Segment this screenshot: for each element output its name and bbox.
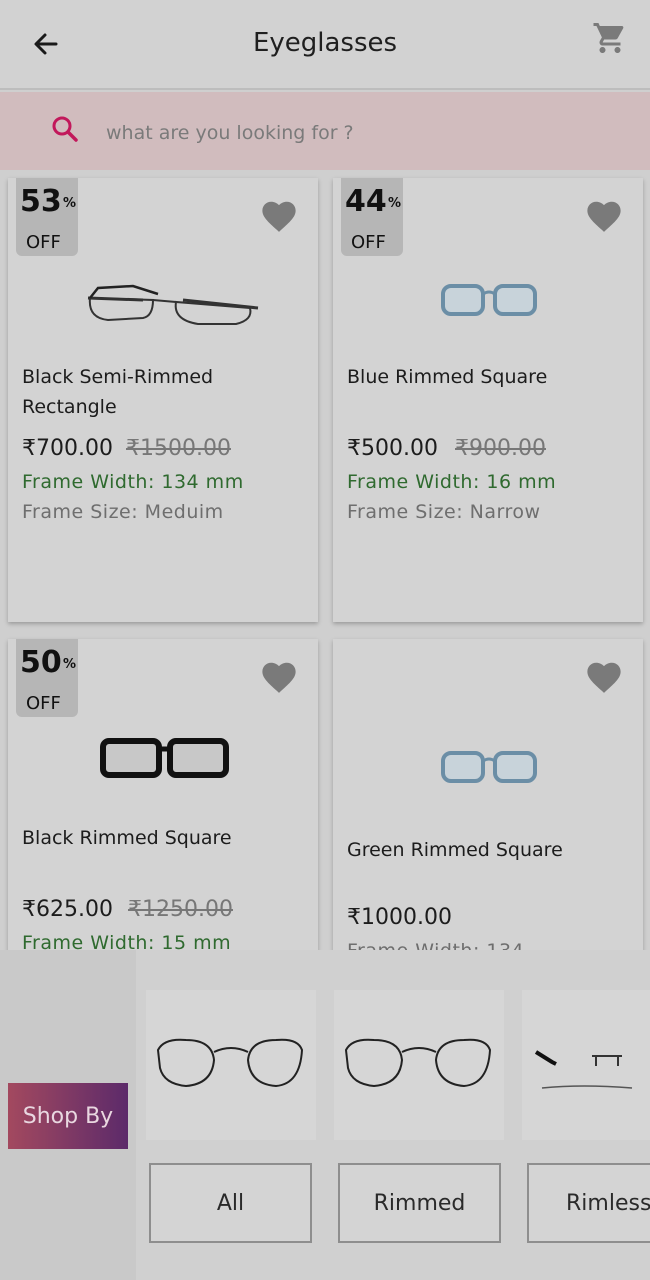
original-price: ₹1500.00 xyxy=(126,436,231,461)
discount-percent-sign: % xyxy=(388,196,402,211)
discount-badge: 53 % OFF xyxy=(16,178,78,256)
heart-icon[interactable] xyxy=(585,198,623,234)
product-card[interactable]: Green Rimmed Square ₹1000.00 Frame Width… xyxy=(333,639,643,950)
heart-icon[interactable] xyxy=(585,659,623,695)
product-card[interactable]: 53 % OFF Black Semi-Rimmed Rectangle ₹70… xyxy=(8,178,318,622)
frame-style-image[interactable] xyxy=(334,990,504,1140)
product-name: Black Semi-Rimmed xyxy=(22,366,214,388)
discount-percent-sign: % xyxy=(63,657,77,672)
discount-value: 53 xyxy=(20,184,62,219)
product-grid: 53 % OFF Black Semi-Rimmed Rectangle ₹70… xyxy=(0,170,650,950)
product-name: Black Rimmed Square xyxy=(22,827,232,849)
filter-rimless-button[interactable]: Rimless xyxy=(527,1163,650,1243)
product-name-line2: Rectangle xyxy=(22,396,117,418)
product-name: Green Rimmed Square xyxy=(347,839,563,861)
round-eyeglasses-image xyxy=(344,1038,492,1088)
cart-button[interactable] xyxy=(592,20,628,56)
original-price: ₹900.00 xyxy=(455,436,546,461)
frame-width: Frame Width: 15 mm xyxy=(22,932,232,950)
frame-size: Frame Size: Narrow xyxy=(347,501,541,523)
search-input[interactable] xyxy=(106,118,606,148)
discount-badge: 50 % OFF xyxy=(16,639,78,717)
eyeglasses-image xyxy=(441,751,537,783)
heart-icon[interactable] xyxy=(260,659,298,695)
discount-value: 50 xyxy=(20,645,62,680)
heart-icon[interactable] xyxy=(260,198,298,234)
frame-width: Frame Width: 134 mm xyxy=(22,471,244,493)
product-name: Blue Rimmed Square xyxy=(347,366,548,388)
frame-style-image[interactable] xyxy=(522,990,650,1140)
frame-size: Frame Size: Meduim xyxy=(22,501,224,523)
discount-value: 44 xyxy=(345,184,387,219)
rimless-eyeglasses-image xyxy=(534,1050,633,1089)
product-price: ₹500.00 xyxy=(347,436,438,461)
product-price: ₹1000.00 xyxy=(347,905,452,930)
eyeglasses-image xyxy=(87,284,259,325)
discount-off-label: OFF xyxy=(351,232,386,253)
frame-width: Frame Width: 134 xyxy=(347,940,524,950)
filter-rimmed-button[interactable]: Rimmed xyxy=(338,1163,501,1243)
eyeglasses-image xyxy=(100,738,229,778)
discount-badge: 44 % OFF xyxy=(341,178,403,256)
filter-all-button[interactable]: All xyxy=(149,1163,312,1243)
cart-icon xyxy=(593,23,624,53)
page-title: Eyeglasses xyxy=(252,28,398,58)
original-price: ₹1250.00 xyxy=(128,897,233,922)
shop-by-button[interactable]: Shop By xyxy=(8,1083,128,1149)
product-card[interactable]: 50 % OFF Black Rimmed Square ₹625.00 ₹12… xyxy=(8,639,318,950)
product-price: ₹700.00 xyxy=(22,436,113,461)
discount-percent-sign: % xyxy=(63,196,77,211)
product-card[interactable]: 44 % OFF Blue Rimmed Square ₹500.00 ₹900… xyxy=(333,178,643,622)
search-icon[interactable] xyxy=(50,114,80,144)
frame-style-image[interactable] xyxy=(146,990,316,1140)
frame-width: Frame Width: 16 mm xyxy=(347,471,557,493)
app-header: Eyeglasses xyxy=(0,0,650,90)
round-eyeglasses-image xyxy=(156,1038,304,1088)
eyeglasses-image xyxy=(441,284,537,316)
product-price: ₹625.00 xyxy=(22,897,113,922)
discount-off-label: OFF xyxy=(26,693,61,714)
discount-off-label: OFF xyxy=(26,232,61,253)
